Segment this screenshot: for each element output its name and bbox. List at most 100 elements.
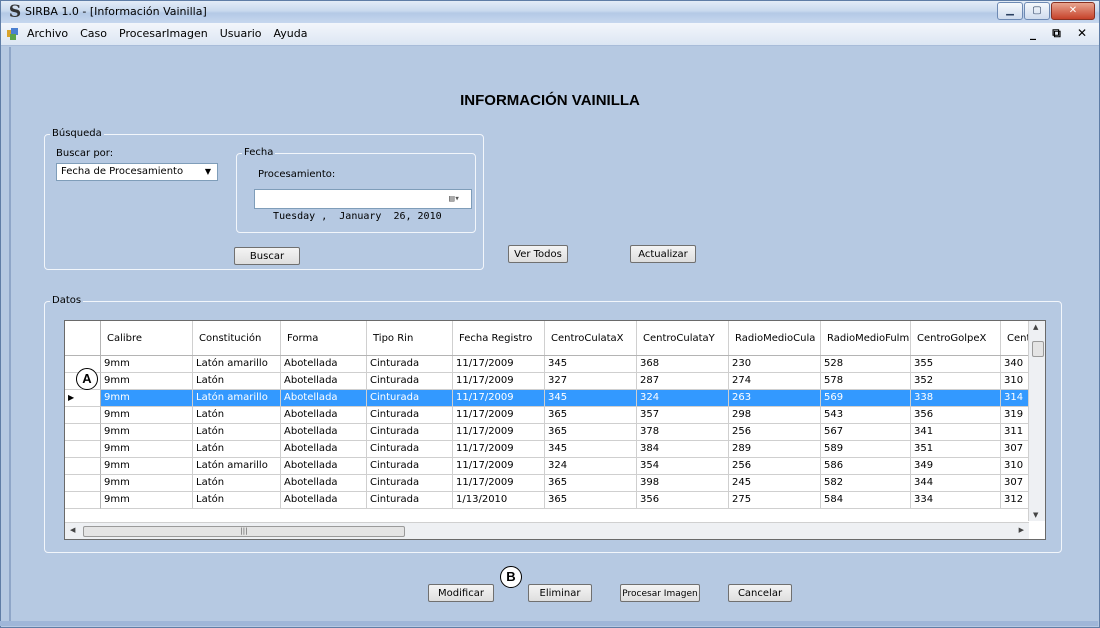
table-cell[interactable]: 298 (729, 407, 821, 424)
minimize-button[interactable]: ▁ (997, 2, 1023, 20)
table-row[interactable]: 9mm Latón Abotellada Cinturada 11/17/2009 327… (65, 373, 1045, 390)
table-cell[interactable]: Cinturada (367, 407, 453, 424)
mdi-child-controls[interactable]: _ ⧉ ✕ (1030, 26, 1093, 41)
eliminar-button[interactable]: Eliminar (528, 584, 592, 602)
table-cell[interactable]: 11/17/2009 (453, 373, 545, 390)
table-cell[interactable]: 9mm (101, 407, 193, 424)
row-header[interactable] (65, 458, 101, 475)
column-header[interactable]: Tipo Rin (367, 321, 453, 355)
column-header[interactable]: RadioMedioFulm (821, 321, 911, 355)
table-cell[interactable]: 256 (729, 458, 821, 475)
table-cell[interactable]: Cinturada (367, 356, 453, 373)
table-cell[interactable]: 341 (911, 424, 1001, 441)
row-header[interactable] (65, 475, 101, 492)
column-header[interactable]: Calibre (101, 321, 193, 355)
table-cell[interactable]: 9mm (101, 492, 193, 509)
table-cell[interactable]: 287 (637, 373, 729, 390)
table-row[interactable]: 9mm Latón Abotellada Cinturada 11/17/2009 365… (65, 407, 1045, 424)
table-cell[interactable]: 324 (545, 458, 637, 475)
table-cell[interactable]: Cinturada (367, 475, 453, 492)
table-cell[interactable]: 344 (911, 475, 1001, 492)
horizontal-scroll-thumb[interactable]: ||| (83, 526, 405, 537)
table-cell[interactable]: Latón amarillo (193, 458, 281, 475)
table-cell[interactable]: Cinturada (367, 458, 453, 475)
table-cell[interactable]: 245 (729, 475, 821, 492)
table-cell[interactable]: 345 (545, 441, 637, 458)
table-cell[interactable]: Cinturada (367, 492, 453, 509)
ver-todos-button[interactable]: Ver Todos (508, 245, 568, 263)
table-cell[interactable]: 345 (545, 356, 637, 373)
table-cell[interactable]: Latón (193, 492, 281, 509)
table-cell[interactable]: Abotellada (281, 390, 367, 407)
data-grid[interactable]: Calibre Constitución Forma Tipo Rin Fecha Re… (64, 320, 1046, 540)
table-cell[interactable]: 11/17/2009 (453, 390, 545, 407)
column-header[interactable]: Fecha Registro (453, 321, 545, 355)
table-cell[interactable]: Abotellada (281, 424, 367, 441)
table-cell[interactable]: 356 (637, 492, 729, 509)
table-cell[interactable]: 365 (545, 475, 637, 492)
row-header[interactable] (65, 441, 101, 458)
scroll-up-icon[interactable]: ▲ (1033, 323, 1038, 331)
scroll-right-icon[interactable]: ▶ (1019, 526, 1024, 534)
table-cell[interactable]: Latón (193, 475, 281, 492)
table-cell[interactable]: 578 (821, 373, 911, 390)
table-cell[interactable]: 345 (545, 390, 637, 407)
table-cell[interactable]: 569 (821, 390, 911, 407)
table-cell[interactable]: 365 (545, 424, 637, 441)
table-cell[interactable]: Latón (193, 407, 281, 424)
mdi-window-icon[interactable] (7, 28, 19, 40)
table-row[interactable]: 9mm Latón amarillo Abotellada Cinturada 11/1… (65, 458, 1045, 475)
table-cell[interactable]: 582 (821, 475, 911, 492)
row-header[interactable] (65, 407, 101, 424)
table-cell[interactable]: 589 (821, 441, 911, 458)
vertical-scroll-thumb[interactable] (1032, 341, 1044, 357)
table-cell[interactable]: 9mm (101, 458, 193, 475)
table-cell[interactable]: Latón amarillo (193, 390, 281, 407)
column-header[interactable]: CentroCulataX (545, 321, 637, 355)
table-cell[interactable]: 9mm (101, 424, 193, 441)
table-cell[interactable]: Abotellada (281, 458, 367, 475)
table-cell[interactable]: 274 (729, 373, 821, 390)
table-cell[interactable]: Abotellada (281, 492, 367, 509)
table-cell[interactable]: 11/17/2009 (453, 458, 545, 475)
scroll-left-icon[interactable]: ◀ (70, 526, 75, 534)
table-cell[interactable]: Abotellada (281, 475, 367, 492)
table-cell[interactable]: 357 (637, 407, 729, 424)
title-bar[interactable]: S SIRBA 1.0 - [Información Vainilla] ▁ ▢… (1, 1, 1099, 24)
table-cell[interactable]: 1/13/2010 (453, 492, 545, 509)
vertical-scrollbar[interactable]: ▲ ▼ (1028, 321, 1045, 521)
column-header[interactable]: RadioMedioCula (729, 321, 821, 355)
table-cell[interactable]: 354 (637, 458, 729, 475)
buscar-por-select[interactable]: Fecha de Procesamiento ▼ (56, 163, 218, 181)
table-cell[interactable]: 230 (729, 356, 821, 373)
column-header[interactable]: Forma (281, 321, 367, 355)
modificar-button[interactable]: Modificar (428, 584, 494, 602)
table-cell[interactable]: 11/17/2009 (453, 424, 545, 441)
table-cell[interactable]: 365 (545, 407, 637, 424)
table-cell[interactable]: 289 (729, 441, 821, 458)
table-row[interactable]: ▶ 9mm Latón amarillo Abotellada Cinturada 11/… (65, 390, 1045, 407)
table-cell[interactable]: 9mm (101, 373, 193, 390)
table-cell[interactable]: Cinturada (367, 390, 453, 407)
table-cell[interactable]: Abotellada (281, 441, 367, 458)
procesar-imagen-button[interactable]: Procesar Imagen (620, 584, 700, 602)
table-cell[interactable]: 9mm (101, 390, 193, 407)
table-cell[interactable]: 384 (637, 441, 729, 458)
table-cell[interactable]: 567 (821, 424, 911, 441)
maximize-button[interactable]: ▢ (1024, 2, 1050, 20)
table-row[interactable]: 9mm Latón Abotellada Cinturada 1/13/2010 365 3… (65, 492, 1045, 509)
row-header[interactable] (65, 424, 101, 441)
table-cell[interactable]: 9mm (101, 356, 193, 373)
table-cell[interactable]: 584 (821, 492, 911, 509)
table-cell[interactable]: 9mm (101, 475, 193, 492)
buscar-button[interactable]: Buscar (234, 247, 300, 265)
table-cell[interactable]: 586 (821, 458, 911, 475)
table-cell[interactable]: 352 (911, 373, 1001, 390)
table-cell[interactable]: 368 (637, 356, 729, 373)
scroll-down-icon[interactable]: ▼ (1033, 511, 1038, 519)
table-cell[interactable]: 9mm (101, 441, 193, 458)
table-cell[interactable]: 327 (545, 373, 637, 390)
table-row[interactable]: 9mm Latón amarillo Abotellada Cinturada 11/1… (65, 356, 1045, 373)
table-cell[interactable]: 11/17/2009 (453, 475, 545, 492)
table-cell[interactable]: 263 (729, 390, 821, 407)
